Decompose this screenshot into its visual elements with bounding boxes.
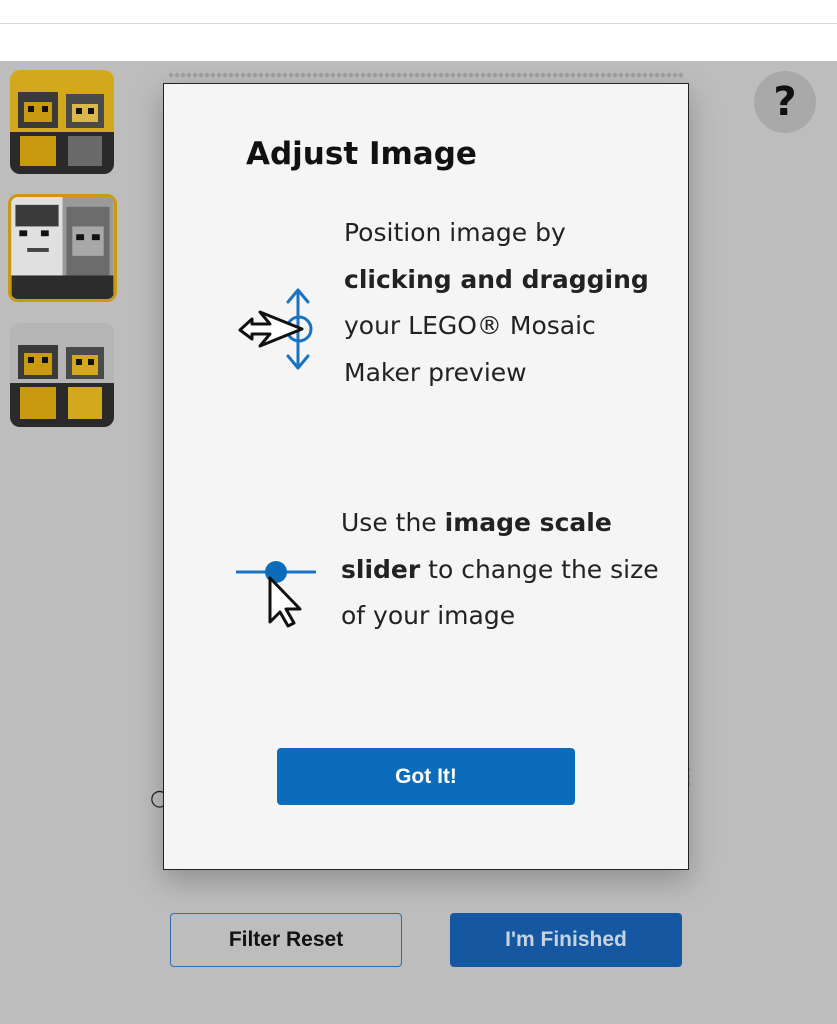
- thumbnail-yellow-gray-mosaic[interactable]: [10, 323, 114, 427]
- thumbnail-yellow-mosaic[interactable]: [10, 70, 114, 174]
- instruction-scale-text: Use the: [341, 508, 445, 537]
- help-button[interactable]: ?: [754, 71, 816, 133]
- mosaic-preview-top-edge: [168, 70, 684, 80]
- filter-reset-button[interactable]: Filter Reset: [170, 913, 402, 967]
- thumbnail-grayscale-mosaic[interactable]: [8, 194, 117, 302]
- drag-cursor-icon: [238, 288, 313, 370]
- instruction-scale: Use the image scale slider to change the…: [341, 500, 671, 640]
- instruction-drag-emphasis: clicking and dragging: [344, 264, 649, 294]
- got-it-button[interactable]: Got It!: [277, 748, 575, 805]
- mosaic-image: [11, 197, 114, 299]
- mosaic-image: [10, 323, 114, 427]
- instruction-drag-text: Position image by: [344, 218, 566, 247]
- slider-cursor-icon: [236, 561, 316, 628]
- instruction-drag-text-end: your LEGO® Mosaic Maker preview: [344, 311, 596, 387]
- top-bar: [0, 0, 837, 24]
- im-finished-button[interactable]: I'm Finished: [450, 913, 682, 967]
- mosaic-image: [10, 70, 114, 174]
- adjust-image-dialog: Adjust Image Position image by clicking …: [163, 83, 689, 870]
- question-mark-icon: ?: [773, 79, 797, 125]
- dialog-title: Adjust Image: [246, 136, 477, 172]
- instruction-drag: Position image by clicking and dragging …: [344, 210, 664, 396]
